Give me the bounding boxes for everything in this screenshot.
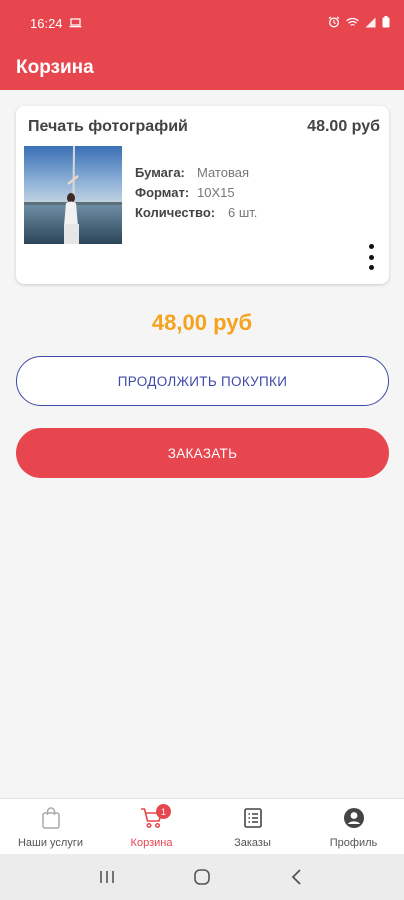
laptop-icon [69,16,82,31]
cart-item-price: 48.00 руб [307,118,380,135]
wifi-icon [346,16,359,31]
cart-item-card: Печать фотографий 48.00 руб Бумага: Мато… [16,106,389,284]
back-icon[interactable] [282,862,312,892]
page-title: Корзина [16,57,94,78]
nav-label: Профиль [329,837,378,849]
cart-item-name: Печать фотографий [28,118,188,135]
continue-shopping-button[interactable]: ПРОДОЛЖИТЬ ПОКУПКИ [16,356,389,406]
orders-icon [243,807,263,832]
prop-label: Количество: [135,205,216,220]
home-icon[interactable] [187,862,217,892]
nav-item-profile[interactable]: Профиль [303,799,404,854]
prop-paper: Бумага: Матовая [135,163,257,183]
nav-label: Наши услуги [17,837,84,849]
battery-icon [382,15,390,31]
order-button[interactable]: ЗАКАЗАТЬ [16,428,389,478]
nav-item-cart[interactable]: 1 Корзина [101,799,202,854]
prop-format: Формат: 10X15 [135,183,257,203]
prop-label: Формат: [135,185,190,200]
nav-label: Заказы [234,837,271,849]
alarm-icon [328,16,340,31]
app-bar: Корзина [0,46,404,90]
bottom-navigation: Наши услуги 1 Корзина Заказы Профиль [0,798,404,854]
more-options-icon[interactable] [365,244,377,270]
cart-total: 48,00 руб [151,310,253,335]
status-time: 16:24 [30,15,63,31]
nav-item-orders[interactable]: Заказы [202,799,303,854]
prop-value: 10X15 [197,185,235,200]
cart-item-photo [24,146,122,244]
profile-icon [343,807,365,832]
prop-value: Матовая [197,165,249,180]
prop-quantity: Количество: 6 шт. [135,203,257,223]
cart-badge: 1 [156,804,171,819]
bag-icon [41,807,61,832]
prop-label: Бумага: [135,165,185,180]
signal-icon [365,16,376,31]
nav-label: Корзина [130,837,173,849]
nav-item-services[interactable]: Наши услуги [0,799,101,854]
prop-value: 6 шт. [228,205,258,220]
cart-item-props: Бумага: Матовая Формат: 10X15 Количество… [135,163,257,223]
system-navigation-bar [0,854,404,900]
recent-apps-icon[interactable] [92,862,122,892]
status-bar: 16:24 [0,0,404,46]
